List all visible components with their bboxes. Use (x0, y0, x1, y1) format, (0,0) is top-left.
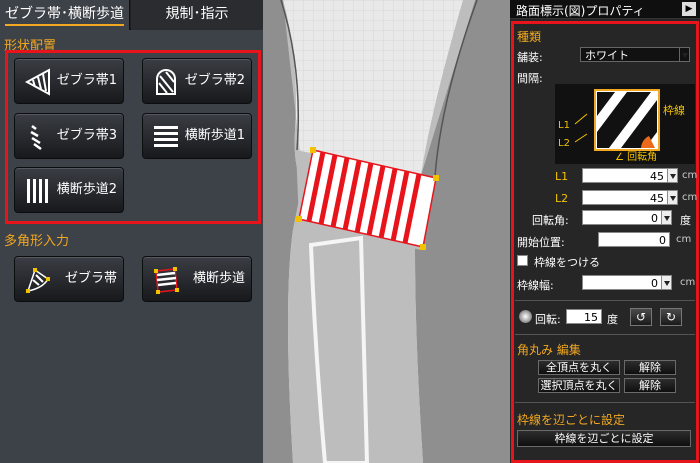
polygon-crosswalk-icon (154, 267, 179, 294)
rotation-angle-unit: 度 (680, 214, 691, 227)
rotation-angle-label: 回転角: (532, 214, 569, 227)
property-title: 路面標示(図)プロパティ (516, 4, 645, 18)
divider (515, 300, 695, 301)
rotate-unit: 度 (607, 313, 618, 326)
rotation-angle-dropdown-icon[interactable] (661, 210, 672, 225)
tab-bar: ゼブラ帯･横断歩道 規制･指示 (0, 0, 263, 30)
start-position-unit: cm (676, 234, 692, 245)
collapse-arrow-icon[interactable]: ▶ (682, 2, 696, 16)
left-panel: ゼブラ帯･横断歩道 規制･指示 形状配置 ゼブラ帯1 ゼブラ帯2 ゼブラ帯3 横… (0, 0, 263, 463)
round-all-vertices-button[interactable]: 全頂点を丸く (538, 360, 620, 375)
crosswalk1-button[interactable]: 横断歩道1 (142, 113, 252, 159)
rotate-input[interactable]: 15 (566, 309, 602, 324)
round-selected-clear-button[interactable]: 解除 (624, 378, 676, 393)
edge-frame-header: 枠線を辺ごとに設定 (517, 413, 626, 427)
crosswalk2-button[interactable]: 横断歩道2 (14, 167, 124, 213)
crosswalk-vertical-icon (27, 179, 48, 203)
zebra-arch-icon (156, 69, 176, 95)
l1-label: L1 (555, 170, 569, 183)
divider (515, 334, 695, 335)
start-position-label: 開始位置: (517, 236, 565, 249)
frame-width-label: 枠線幅: (517, 279, 554, 292)
zebra2-button[interactable]: ゼブラ帯2 (142, 58, 252, 104)
l2-label: L2 (555, 192, 569, 205)
l2-unit: cm (682, 192, 698, 203)
round-selected-vertices-button[interactable]: 選択頂点を丸く (538, 378, 620, 393)
crosswalk-horizontal-icon (154, 126, 178, 147)
rotate-cw-icon[interactable]: ↻ (660, 308, 682, 326)
tab-regulation[interactable]: 規制･指示 (131, 0, 263, 30)
svg-text:L2: L2 (558, 138, 570, 149)
polygon-zebra-button[interactable]: ゼブラ帯 (14, 256, 124, 302)
edge-frame-button[interactable]: 枠線を辺ごとに設定 (517, 430, 691, 447)
l1-dropdown-icon[interactable] (667, 168, 678, 183)
divider (515, 402, 695, 403)
l2-dropdown-icon[interactable] (667, 190, 678, 205)
polygon-crosswalk-button[interactable]: 横断歩道 (142, 256, 252, 302)
frame-width-dropdown-icon[interactable] (661, 275, 672, 290)
tab-zebra-crosswalk[interactable]: ゼブラ帯･横断歩道 (0, 0, 130, 30)
rotate-icon (519, 310, 532, 323)
kind-header: 種類 (517, 30, 542, 44)
paving-select[interactable]: ホワイト (580, 47, 690, 62)
frame-width-unit: cm (680, 277, 696, 288)
polygon-section-title: 多角形入力 (4, 234, 70, 249)
zebra1-button[interactable]: ゼブラ帯1 (14, 58, 124, 104)
svg-text:枠線: 枠線 (663, 103, 685, 117)
paving-dropdown-icon[interactable] (679, 47, 690, 62)
property-titlebar: 路面標示(図)プロパティ ▶ (510, 0, 700, 19)
interval-label: 間隔: (517, 72, 543, 85)
road-drawing (263, 0, 510, 463)
rotate-ccw-icon[interactable]: ↺ (630, 308, 652, 326)
svg-text:L1: L1 (558, 120, 570, 131)
interval-diagram: 枠線 L1 L2 ∠ 回転角 (555, 84, 695, 164)
property-panel: 路面標示(図)プロパティ ▶ 種類 舗装: ホワイト 間隔: 枠線 L1 L2 … (510, 0, 700, 463)
frame-width-input[interactable]: 0 (582, 275, 662, 290)
frame-line-checkbox[interactable] (517, 255, 528, 266)
l1-unit: cm (682, 170, 698, 181)
paving-label: 舗装: (517, 51, 543, 64)
l1-input[interactable]: 45 (582, 168, 668, 183)
drawing-canvas[interactable] (263, 0, 510, 463)
start-position-input[interactable]: 0 (598, 232, 670, 247)
l2-input[interactable]: 45 (582, 190, 668, 205)
round-edit-header: 角丸み 編集 (517, 343, 581, 357)
zebra-diagonal-icon (30, 125, 42, 151)
zebra-wedge-icon (25, 68, 50, 96)
polygon-zebra-icon (26, 268, 50, 293)
rotation-angle-input[interactable]: 0 (582, 210, 662, 225)
zebra3-button[interactable]: ゼブラ帯3 (14, 113, 124, 159)
round-all-clear-button[interactable]: 解除 (624, 360, 676, 375)
rotate-label: 回転: (535, 313, 561, 326)
svg-text:∠ 回転角: ∠ 回転角 (615, 151, 657, 163)
frame-line-checkbox-label: 枠線をつける (534, 256, 600, 269)
